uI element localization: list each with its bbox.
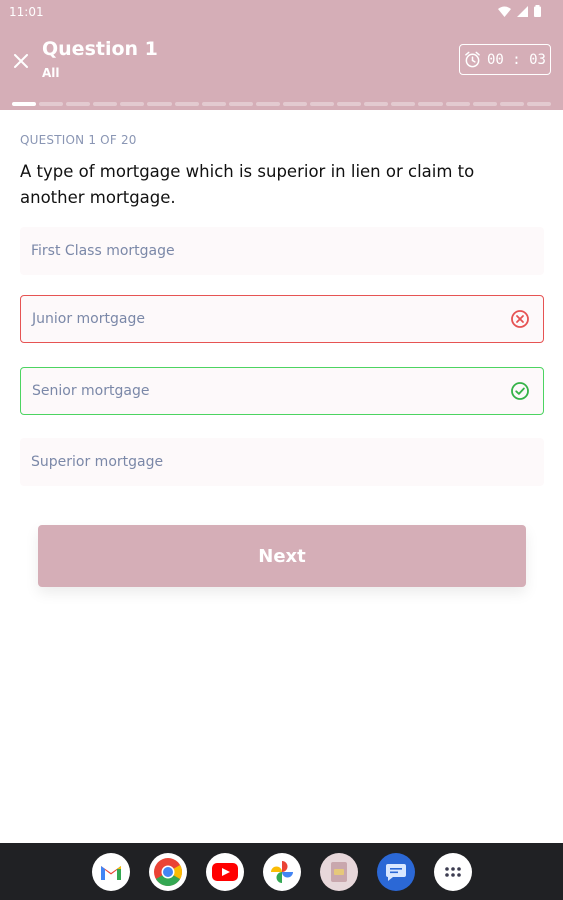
question-counter: QUESTION 1 OF 20 bbox=[20, 133, 137, 147]
answer-option[interactable]: Superior mortgage bbox=[20, 438, 544, 486]
correct-answer-icon bbox=[511, 382, 529, 400]
progress-segment bbox=[364, 102, 389, 106]
progress-segment bbox=[201, 102, 226, 106]
progress-segment bbox=[337, 102, 362, 106]
progress-segment bbox=[282, 102, 308, 106]
question-text: A type of mortgage which is superior in … bbox=[20, 162, 475, 207]
status-time: 11:01 bbox=[9, 5, 44, 19]
answer-option-label: First Class mortgage bbox=[31, 243, 175, 259]
app-drawer-icon[interactable] bbox=[433, 852, 472, 891]
signal-icon bbox=[517, 5, 528, 17]
app-dock bbox=[0, 843, 563, 900]
answer-option-wrong[interactable]: Junior mortgage bbox=[20, 295, 544, 343]
progress-segment bbox=[39, 102, 64, 106]
next-button[interactable]: Next bbox=[38, 525, 526, 587]
progress-segment bbox=[255, 102, 280, 106]
status-bar: 11:01 bbox=[0, 0, 563, 24]
answer-option-label: Superior mortgage bbox=[31, 454, 164, 470]
chrome-icon[interactable] bbox=[148, 852, 187, 891]
progress-segment bbox=[12, 102, 37, 106]
youtube-icon[interactable] bbox=[205, 852, 244, 891]
timer-value: 00 : 03 bbox=[486, 51, 546, 68]
status-icons bbox=[498, 5, 541, 17]
question-progress bbox=[12, 102, 551, 106]
files-icon[interactable] bbox=[319, 852, 358, 891]
progress-segment bbox=[499, 102, 524, 106]
progress-segment bbox=[472, 102, 497, 106]
page-title: Question 1 bbox=[42, 38, 158, 60]
progress-segment bbox=[391, 102, 416, 106]
app-header: 11:01 Question 1 All 00 : 03 bbox=[0, 0, 563, 110]
progress-segment bbox=[310, 102, 335, 106]
wrong-answer-icon bbox=[511, 310, 529, 328]
answer-option[interactable]: First Class mortgage bbox=[20, 227, 544, 275]
progress-segment bbox=[228, 102, 253, 106]
progress-segment bbox=[418, 102, 443, 106]
battery-icon bbox=[534, 5, 541, 17]
progress-segment bbox=[445, 102, 470, 106]
answer-option-label: Senior mortgage bbox=[32, 383, 150, 399]
timer: 00 : 03 bbox=[459, 44, 551, 75]
close-button[interactable] bbox=[8, 48, 34, 74]
progress-segment bbox=[93, 102, 118, 106]
answer-option-correct[interactable]: Senior mortgage bbox=[20, 367, 544, 415]
page-subtitle: All bbox=[42, 66, 60, 80]
alarm-clock-icon bbox=[465, 51, 480, 68]
answer-option-label: Junior mortgage bbox=[32, 311, 145, 327]
photos-icon[interactable] bbox=[262, 852, 301, 891]
gmail-icon[interactable] bbox=[91, 852, 130, 891]
close-icon bbox=[14, 54, 28, 68]
progress-segment bbox=[66, 102, 91, 106]
progress-segment bbox=[174, 102, 199, 106]
progress-segment bbox=[147, 102, 172, 106]
messages-icon[interactable] bbox=[376, 852, 415, 891]
progress-segment bbox=[526, 102, 551, 106]
progress-segment bbox=[120, 102, 145, 106]
wifi-icon bbox=[498, 6, 511, 17]
